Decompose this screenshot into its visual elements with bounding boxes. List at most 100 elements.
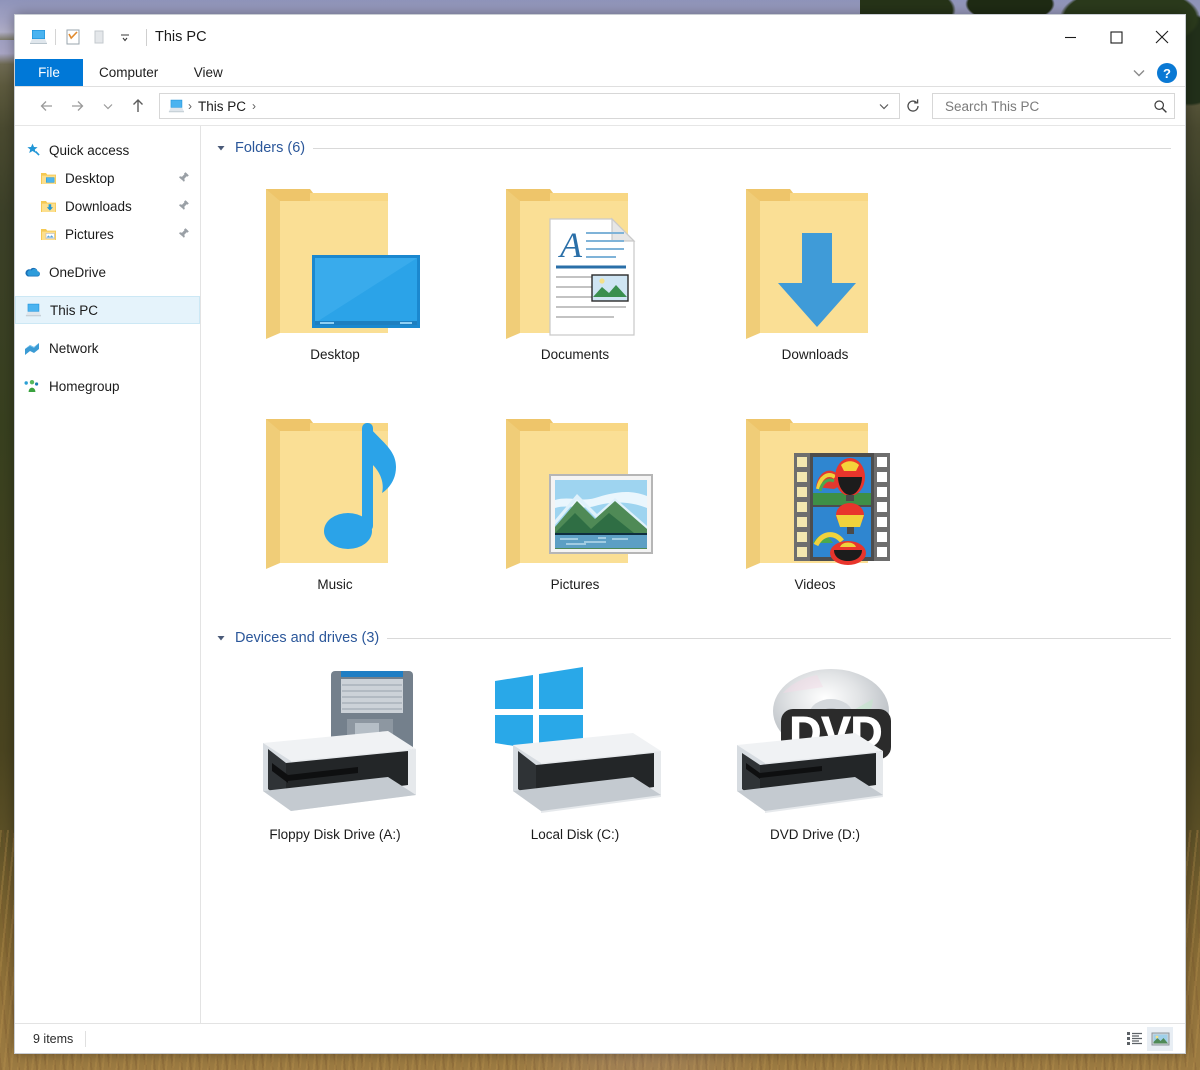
tab-view[interactable]: View [174, 59, 242, 86]
sidebar-item-homegroup[interactable]: Homegroup [15, 372, 200, 400]
explorer-body: Quick access Desktop Downloads Pictures … [15, 125, 1185, 1023]
search-input[interactable] [943, 97, 1153, 115]
forward-button[interactable] [63, 92, 93, 120]
breadcrumb-separator-end[interactable]: › [250, 99, 258, 113]
sidebar-label: Homegroup [49, 378, 120, 394]
item-label: Pictures [550, 577, 600, 592]
item-label: Downloads [781, 347, 849, 362]
address-bar-row: › This PC › [15, 87, 1185, 125]
item-videos[interactable]: Videos [695, 396, 935, 626]
minimize-button[interactable] [1047, 15, 1093, 59]
group-rule [313, 147, 1171, 149]
item-documents[interactable]: A Documents [455, 166, 695, 396]
sidebar-label: Network [49, 340, 99, 356]
folder-downloads-icon [720, 170, 910, 345]
navigation-pane: Quick access Desktop Downloads Pictures … [15, 126, 201, 1023]
quick-access-toolbar [15, 24, 147, 50]
sidebar-label: Pictures [65, 226, 114, 242]
collapse-triangle-icon[interactable] [215, 142, 227, 154]
tab-file[interactable]: File [15, 59, 83, 86]
back-button[interactable] [33, 92, 63, 120]
sidebar-item-network[interactable]: Network [15, 334, 200, 362]
maximize-button[interactable] [1093, 15, 1139, 59]
floppy-drive-icon [240, 660, 430, 825]
item-local-disk[interactable]: Local Disk (C:) [455, 656, 695, 866]
folders-tile-grid: Desktop A Documents Downloads Music Pict… [215, 166, 1171, 626]
group-rule [387, 637, 1171, 639]
folder-videos-icon [720, 400, 910, 575]
close-button[interactable] [1139, 15, 1185, 59]
window-controls [1047, 15, 1185, 59]
sidebar-item-this-pc[interactable]: This PC [15, 296, 200, 324]
this-pc-icon[interactable] [25, 24, 51, 50]
group-header-devices[interactable]: Devices and drives (3) [215, 626, 1171, 650]
help-icon[interactable]: ? [1157, 63, 1177, 83]
file-explorer-window: This PC File Computer View ? › This PC ›… [14, 14, 1186, 1054]
item-label: DVD Drive (D:) [770, 827, 860, 842]
item-label: Documents [540, 347, 610, 362]
address-dropdown-icon[interactable] [873, 100, 895, 112]
title-bar: This PC [15, 15, 1185, 59]
search-box[interactable] [932, 93, 1175, 119]
sidebar-item-desktop[interactable]: Desktop [15, 164, 200, 192]
search-icon[interactable] [1153, 99, 1168, 114]
address-this-pc-icon [166, 97, 186, 115]
properties-icon[interactable] [60, 24, 86, 50]
customize-dropdown-icon[interactable] [112, 24, 138, 50]
new-folder-icon[interactable] [86, 24, 112, 50]
item-label: Music [317, 577, 353, 592]
group-title: Devices and drives (3) [235, 630, 380, 646]
pin-icon[interactable] [178, 199, 190, 213]
item-downloads[interactable]: Downloads [695, 166, 935, 396]
ribbon-right-controls: ? [1131, 59, 1177, 87]
devices-tile-grid: Floppy Disk Drive (A:) Local Disk (C:) D… [215, 656, 1171, 866]
item-floppy-disk-drive[interactable]: Floppy Disk Drive (A:) [215, 656, 455, 866]
breadcrumb-separator: › [188, 99, 192, 113]
tab-computer[interactable]: Computer [83, 59, 174, 86]
large-icons-view-button[interactable] [1147, 1026, 1173, 1051]
item-dvd-drive[interactable]: DVD DVD Drive (D:) [695, 656, 935, 866]
chevron-down-icon[interactable] [1131, 67, 1147, 79]
sidebar-label: This PC [50, 302, 99, 318]
item-label: Videos [794, 577, 836, 592]
item-music[interactable]: Music [215, 396, 455, 626]
folder-downloads-icon [39, 197, 57, 215]
address-bar[interactable]: › This PC › [159, 93, 900, 119]
sidebar-item-onedrive[interactable]: OneDrive [15, 258, 200, 286]
collapse-triangle-icon[interactable] [215, 632, 227, 644]
network-icon [23, 339, 41, 357]
svg-text:A: A [558, 225, 583, 265]
title-divider [146, 28, 147, 46]
recent-locations-button[interactable] [93, 92, 123, 120]
refresh-icon[interactable] [900, 98, 926, 114]
desktop-background: This PC File Computer View ? › This PC ›… [0, 0, 1200, 1070]
ribbon-tab-bar: File Computer View ? [15, 59, 1185, 87]
item-label: Floppy Disk Drive (A:) [269, 827, 401, 842]
group-header-folders[interactable]: Folders (6) [215, 136, 1171, 160]
item-pictures[interactable]: Pictures [455, 396, 695, 626]
sidebar-label: Quick access [49, 142, 130, 158]
pin-icon[interactable] [178, 171, 190, 185]
sidebar-item-pictures[interactable]: Pictures [15, 220, 200, 248]
this-pc-icon [24, 301, 42, 319]
items-view: Folders (6) Desktop A Documents Download… [201, 126, 1185, 1023]
pin-icon[interactable] [178, 227, 190, 241]
item-label: Desktop [310, 347, 360, 362]
item-desktop[interactable]: Desktop [215, 166, 455, 396]
up-button[interactable] [123, 92, 153, 120]
dvd-drive-icon: DVD [720, 660, 910, 825]
details-view-button[interactable] [1121, 1027, 1147, 1051]
folder-desktop-icon [39, 169, 57, 187]
group-title: Folders (6) [235, 140, 306, 156]
sidebar-label: Desktop [65, 170, 115, 186]
sidebar-label: OneDrive [49, 264, 107, 280]
folder-pictures-icon [480, 400, 670, 575]
homegroup-icon [23, 377, 41, 395]
breadcrumb-this-pc[interactable]: This PC [194, 99, 250, 114]
sidebar-item-quick-access[interactable]: Quick access [15, 136, 200, 164]
sidebar-item-downloads[interactable]: Downloads [15, 192, 200, 220]
